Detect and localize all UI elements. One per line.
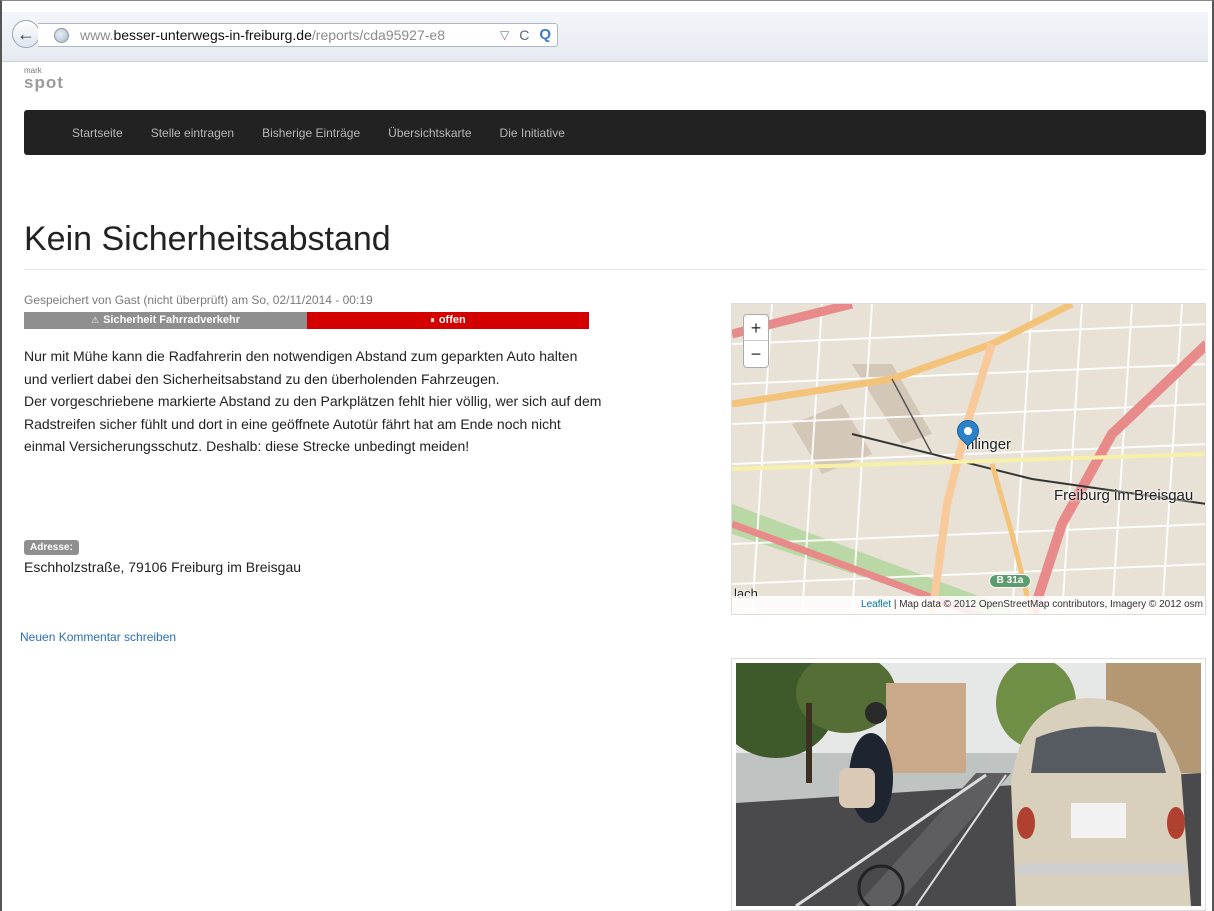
report-photo[interactable]	[731, 658, 1206, 911]
map-place-label-freiburg: Freiburg im Breisgau	[1054, 487, 1194, 504]
url-tools: ▽ C Q	[500, 24, 551, 46]
category-label: Sicherheit Fahrradverkehr	[103, 314, 241, 326]
attribution-text: | Map data © 2012 OpenStreetMap contribu…	[891, 599, 1203, 610]
browser-toolbar: ← www.besser-unterwegs-in-freiburg.de/re…	[2, 12, 1208, 62]
road-shield: B 31a	[989, 574, 1031, 588]
map-tiles	[732, 304, 1205, 614]
nav-item-uebersichtskarte[interactable]: Übersichtskarte	[388, 126, 471, 140]
zoom-out-button[interactable]: −	[744, 341, 768, 367]
description-paragraph-1: Nur mit Mühe kann die Radfahrerin den no…	[24, 348, 578, 387]
location-map[interactable]: + − hlinger Freiburg im Breisgau lach B …	[731, 303, 1206, 615]
back-arrow-icon[interactable]: ←	[12, 20, 40, 48]
badge-row: ⚠ Sicherheit Fahrradverkehr ⏸ offen	[24, 312, 589, 329]
address-label: Adresse:	[24, 540, 79, 555]
zoom-control: + −	[743, 314, 769, 368]
status-badge[interactable]: ⏸ offen	[307, 312, 589, 329]
category-icon: ⚠	[90, 315, 100, 325]
pause-circle-icon: ⏸	[430, 315, 435, 325]
description-paragraph-2: Der vorgeschriebene markierte Abstand zu…	[24, 393, 602, 454]
nav-item-bisherige-eintraege[interactable]: Bisherige Einträge	[262, 126, 360, 140]
logo-spot-text: spot	[24, 73, 64, 92]
search-icon[interactable]: Q	[539, 24, 551, 46]
page-title: Kein Sicherheitsabstand	[24, 220, 391, 258]
leaflet-link[interactable]: Leaflet	[861, 599, 891, 610]
photo-image	[736, 663, 1201, 906]
map-attribution: Leaflet | Map data © 2012 OpenStreetMap …	[732, 596, 1205, 614]
nav-item-startseite[interactable]: Startseite	[72, 126, 123, 140]
url-host: besser-unterwegs-in-freiburg.de	[113, 27, 312, 43]
report-meta: Gespeichert von Gast (nicht überprüft) a…	[24, 293, 373, 307]
main-navbar: Startseite Stelle eintragen Bisherige Ei…	[24, 110, 1206, 155]
address-text: Eschholzstraße, 79106 Freiburg im Breisg…	[24, 559, 302, 575]
status-label: offen	[438, 314, 466, 326]
nav-item-stelle-eintragen[interactable]: Stelle eintragen	[151, 126, 234, 140]
dropdown-icon[interactable]: ▽	[500, 24, 509, 46]
url-prefix: www.	[80, 27, 114, 43]
nav-item-die-initiative[interactable]: Die Initiative	[500, 126, 565, 140]
zoom-in-button[interactable]: +	[744, 315, 768, 341]
address-bar[interactable]: www.besser-unterwegs-in-freiburg.de/repo…	[38, 23, 558, 47]
category-badge[interactable]: ⚠ Sicherheit Fahrradverkehr	[24, 312, 307, 329]
reload-icon[interactable]: C	[519, 24, 529, 46]
title-divider	[24, 269, 1206, 270]
globe-icon	[54, 28, 69, 43]
new-comment-link[interactable]: Neuen Kommentar schreiben	[20, 630, 176, 644]
report-description: Nur mit Mühe kann die Radfahrerin den no…	[24, 345, 604, 458]
photo-illustration	[736, 663, 1201, 906]
url-path: /reports/cda95927-e8	[311, 27, 445, 43]
site-logo[interactable]: mark spot	[24, 66, 84, 94]
